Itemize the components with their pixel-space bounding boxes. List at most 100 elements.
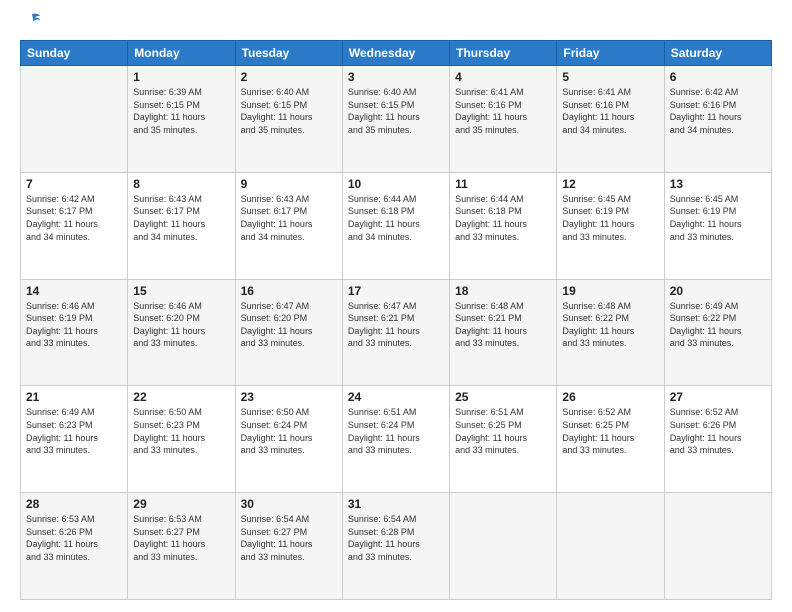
day-info: Sunrise: 6:44 AMSunset: 6:18 PMDaylight:…	[348, 193, 444, 243]
day-number: 11	[455, 177, 551, 191]
calendar-cell: 30 Sunrise: 6:54 AMSunset: 6:27 PMDayligh…	[235, 493, 342, 600]
calendar-cell: 9Sunrise: 6:43 AMSunset: 6:17 PMDaylight…	[235, 172, 342, 279]
day-number: 14	[26, 284, 122, 298]
weekday-header-sunday: Sunday	[21, 41, 128, 66]
weekday-header-thursday: Thursday	[450, 41, 557, 66]
weekday-header-monday: Monday	[128, 41, 235, 66]
day-number: 27	[670, 390, 766, 404]
day-info: Sunrise: 6:52 AMSunset: 6:26 PMDaylight:…	[670, 406, 766, 456]
day-info: Sunrise: 6:50 AMSunset: 6:24 PMDaylight:…	[241, 406, 337, 456]
calendar-cell: 16Sunrise: 6:47 AMSunset: 6:20 PMDayligh…	[235, 279, 342, 386]
calendar-cell: 14 Sunrise: 6:46 AMSunset: 6:19 PMDayligh…	[21, 279, 128, 386]
page: SundayMondayTuesdayWednesdayThursdayFrid…	[0, 0, 792, 612]
weekday-header-friday: Friday	[557, 41, 664, 66]
calendar-cell: 17 Sunrise: 6:47 AMSunset: 6:21 PMDayligh…	[342, 279, 449, 386]
day-number: 6	[670, 70, 766, 84]
day-info: Sunrise: 6:53 AMSunset: 6:26 PMDaylight:…	[26, 513, 122, 563]
day-number: 16	[241, 284, 337, 298]
calendar-cell: 28Sunrise: 6:53 AMSunset: 6:26 PMDayligh…	[21, 493, 128, 600]
calendar-cell	[450, 493, 557, 600]
day-info: Sunrise: 6:54 AMSunset: 6:27 PMDaylight:…	[241, 513, 337, 563]
calendar-cell: 15Sunrise: 6:46 AMSunset: 6:20 PMDayligh…	[128, 279, 235, 386]
calendar-cell: 20Sunrise: 6:49 AMSunset: 6:22 PMDayligh…	[664, 279, 771, 386]
day-info: Sunrise: 6:54 AMSunset: 6:28 PMDaylight:…	[348, 513, 444, 563]
day-info: Sunrise: 6:40 AMSunset: 6:15 PMDaylight:…	[348, 86, 444, 136]
calendar-cell: 22 Sunrise: 6:50 AMSunset: 6:23 PMDayligh…	[128, 386, 235, 493]
calendar-week-1: 1Sunrise: 6:39 AMSunset: 6:15 PMDaylight…	[21, 66, 772, 173]
calendar-cell	[664, 493, 771, 600]
calendar-cell: 27 Sunrise: 6:52 AMSunset: 6:26 PMDayligh…	[664, 386, 771, 493]
calendar-cell: 3 Sunrise: 6:40 AMSunset: 6:15 PMDaylight…	[342, 66, 449, 173]
calendar-cell: 6 Sunrise: 6:42 AMSunset: 6:16 PMDaylight…	[664, 66, 771, 173]
calendar-cell: 24 Sunrise: 6:51 AMSunset: 6:24 PMDayligh…	[342, 386, 449, 493]
day-info: Sunrise: 6:45 AMSunset: 6:19 PMDaylight:…	[670, 193, 766, 243]
calendar-cell: 25 Sunrise: 6:51 AMSunset: 6:25 PMDayligh…	[450, 386, 557, 493]
day-info: Sunrise: 6:41 AMSunset: 6:16 PMDaylight:…	[562, 86, 658, 136]
day-info: Sunrise: 6:47 AMSunset: 6:21 PMDaylight:…	[348, 300, 444, 350]
calendar-cell: 2 Sunrise: 6:40 AMSunset: 6:15 PMDaylight…	[235, 66, 342, 173]
calendar-cell: 7Sunrise: 6:42 AMSunset: 6:17 PMDaylight…	[21, 172, 128, 279]
calendar-cell: 31 Sunrise: 6:54 AMSunset: 6:28 PMDayligh…	[342, 493, 449, 600]
day-number: 22	[133, 390, 229, 404]
day-info: Sunrise: 6:45 AMSunset: 6:19 PMDaylight:…	[562, 193, 658, 243]
day-number: 17	[348, 284, 444, 298]
day-number: 13	[670, 177, 766, 191]
calendar-cell: 26 Sunrise: 6:52 AMSunset: 6:25 PMDayligh…	[557, 386, 664, 493]
day-info: Sunrise: 6:39 AMSunset: 6:15 PMDaylight:…	[133, 86, 229, 136]
day-info: Sunrise: 6:43 AMSunset: 6:17 PMDaylight:…	[133, 193, 229, 243]
calendar-cell: 8Sunrise: 6:43 AMSunset: 6:17 PMDaylight…	[128, 172, 235, 279]
day-number: 31	[348, 497, 444, 511]
day-info: Sunrise: 6:51 AMSunset: 6:25 PMDaylight:…	[455, 406, 551, 456]
day-number: 15	[133, 284, 229, 298]
day-number: 12	[562, 177, 658, 191]
day-number: 19	[562, 284, 658, 298]
calendar-cell: 18 Sunrise: 6:48 AMSunset: 6:21 PMDayligh…	[450, 279, 557, 386]
calendar-week-3: 14 Sunrise: 6:46 AMSunset: 6:19 PMDayligh…	[21, 279, 772, 386]
calendar-cell	[21, 66, 128, 173]
day-number: 2	[241, 70, 337, 84]
day-number: 24	[348, 390, 444, 404]
logo	[20, 20, 42, 32]
calendar-cell: 10 Sunrise: 6:44 AMSunset: 6:18 PMDayligh…	[342, 172, 449, 279]
day-number: 18	[455, 284, 551, 298]
calendar-cell: 19 Sunrise: 6:48 AMSunset: 6:22 PMDayligh…	[557, 279, 664, 386]
calendar-cell: 29Sunrise: 6:53 AMSunset: 6:27 PMDayligh…	[128, 493, 235, 600]
calendar-cell: 21 Sunrise: 6:49 AMSunset: 6:23 PMDayligh…	[21, 386, 128, 493]
day-number: 10	[348, 177, 444, 191]
day-info: Sunrise: 6:46 AMSunset: 6:19 PMDaylight:…	[26, 300, 122, 350]
day-number: 25	[455, 390, 551, 404]
day-info: Sunrise: 6:52 AMSunset: 6:25 PMDaylight:…	[562, 406, 658, 456]
day-number: 30	[241, 497, 337, 511]
day-info: Sunrise: 6:42 AMSunset: 6:16 PMDaylight:…	[670, 86, 766, 136]
day-info: Sunrise: 6:49 AMSunset: 6:22 PMDaylight:…	[670, 300, 766, 350]
day-info: Sunrise: 6:44 AMSunset: 6:18 PMDaylight:…	[455, 193, 551, 243]
day-number: 3	[348, 70, 444, 84]
day-number: 9	[241, 177, 337, 191]
calendar-week-5: 28Sunrise: 6:53 AMSunset: 6:26 PMDayligh…	[21, 493, 772, 600]
day-number: 21	[26, 390, 122, 404]
calendar-cell: 12 Sunrise: 6:45 AMSunset: 6:19 PMDayligh…	[557, 172, 664, 279]
calendar-cell: 13 Sunrise: 6:45 AMSunset: 6:19 PMDayligh…	[664, 172, 771, 279]
day-number: 4	[455, 70, 551, 84]
day-number: 23	[241, 390, 337, 404]
weekday-header-row: SundayMondayTuesdayWednesdayThursdayFrid…	[21, 41, 772, 66]
day-info: Sunrise: 6:51 AMSunset: 6:24 PMDaylight:…	[348, 406, 444, 456]
weekday-header-wednesday: Wednesday	[342, 41, 449, 66]
day-number: 26	[562, 390, 658, 404]
day-info: Sunrise: 6:49 AMSunset: 6:23 PMDaylight:…	[26, 406, 122, 456]
calendar-cell: 11 Sunrise: 6:44 AMSunset: 6:18 PMDayligh…	[450, 172, 557, 279]
weekday-header-saturday: Saturday	[664, 41, 771, 66]
day-number: 29	[133, 497, 229, 511]
day-number: 5	[562, 70, 658, 84]
logo-content	[20, 20, 42, 32]
calendar-week-4: 21 Sunrise: 6:49 AMSunset: 6:23 PMDayligh…	[21, 386, 772, 493]
day-info: Sunrise: 6:41 AMSunset: 6:16 PMDaylight:…	[455, 86, 551, 136]
day-info: Sunrise: 6:48 AMSunset: 6:22 PMDaylight:…	[562, 300, 658, 350]
day-info: Sunrise: 6:40 AMSunset: 6:15 PMDaylight:…	[241, 86, 337, 136]
calendar-cell: 5 Sunrise: 6:41 AMSunset: 6:16 PMDaylight…	[557, 66, 664, 173]
day-info: Sunrise: 6:50 AMSunset: 6:23 PMDaylight:…	[133, 406, 229, 456]
calendar-week-2: 7Sunrise: 6:42 AMSunset: 6:17 PMDaylight…	[21, 172, 772, 279]
day-info: Sunrise: 6:48 AMSunset: 6:21 PMDaylight:…	[455, 300, 551, 350]
weekday-header-tuesday: Tuesday	[235, 41, 342, 66]
calendar-cell: 23 Sunrise: 6:50 AMSunset: 6:24 PMDayligh…	[235, 386, 342, 493]
